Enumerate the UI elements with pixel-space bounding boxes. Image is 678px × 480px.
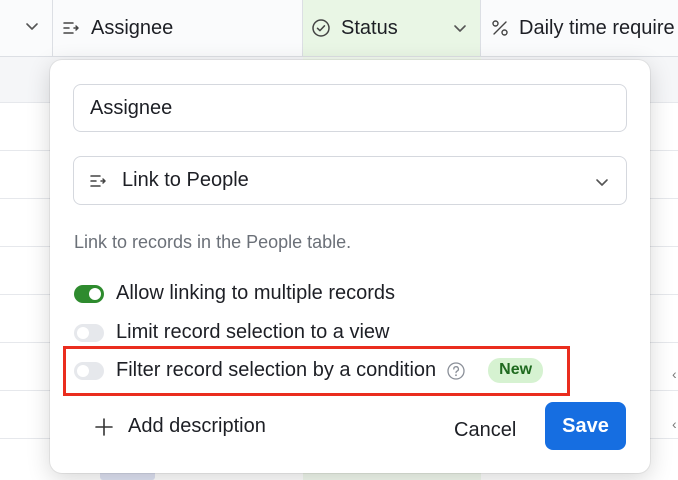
chevron-down-icon[interactable]	[452, 19, 468, 42]
link-field-icon	[88, 171, 108, 191]
toggle-row-multiple-records[interactable]: Allow linking to multiple records	[74, 282, 395, 305]
column-header-label: Assignee	[91, 16, 174, 39]
column-header-label: Status	[341, 16, 398, 39]
field-config-popover: Link to People Link to records in the Pe…	[50, 60, 650, 473]
toggle-switch[interactable]	[74, 323, 104, 342]
add-description-label: Add description	[128, 415, 266, 437]
cell-overflow-marker: ‹	[672, 416, 677, 432]
grid-header-row: Assignee Status Daily time require	[0, 0, 678, 57]
toggle-label: Limit record selection to a view	[116, 321, 390, 343]
column-header-daily-time[interactable]: Daily time require	[481, 0, 678, 56]
cancel-button[interactable]: Cancel	[442, 412, 528, 448]
toggle-switch[interactable]	[74, 284, 104, 303]
add-description-button[interactable]: Add description	[94, 415, 266, 438]
field-type-label: Link to People	[122, 169, 249, 191]
column-header-label: Daily time require	[519, 16, 675, 39]
percent-icon	[491, 19, 509, 37]
question-circle-icon[interactable]	[446, 361, 466, 381]
toggle-label: Allow linking to multiple records	[116, 282, 396, 304]
column-header-assignee[interactable]: Assignee	[53, 0, 303, 56]
toggle-switch[interactable]	[74, 361, 104, 380]
toggle-label: Filter record selection by a condition	[116, 359, 437, 381]
field-type-description: Link to records in the People table.	[74, 232, 352, 252]
column-header-partial[interactable]	[0, 0, 53, 56]
new-badge: New	[488, 358, 544, 383]
status-circle-check-icon	[311, 18, 331, 38]
save-button[interactable]: Save	[545, 402, 626, 450]
field-name-input[interactable]	[73, 84, 627, 132]
chevron-down-icon[interactable]	[24, 17, 40, 40]
toggle-row-filter-by-condition[interactable]: Filter record selection by a condition N…	[74, 358, 544, 383]
cell-overflow-marker: ‹	[672, 366, 677, 382]
toggle-row-limit-to-view[interactable]: Limit record selection to a view	[74, 321, 389, 344]
chevron-down-icon[interactable]	[594, 173, 610, 196]
link-field-icon	[61, 18, 81, 38]
plus-icon	[94, 417, 114, 437]
column-header-status[interactable]: Status	[303, 0, 481, 56]
field-type-select[interactable]: Link to People	[73, 156, 627, 205]
